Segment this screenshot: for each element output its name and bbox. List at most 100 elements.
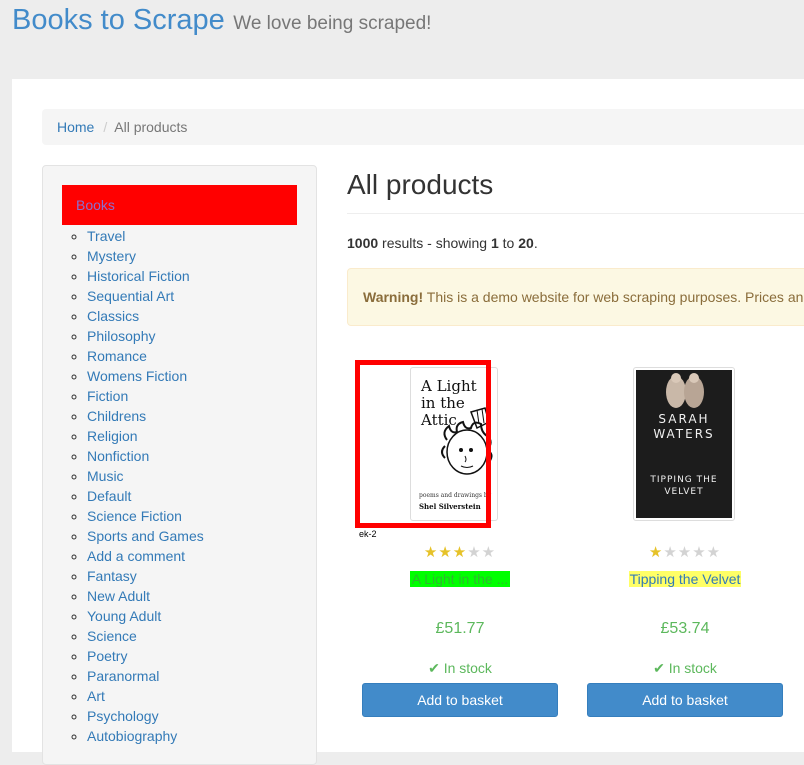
product-title-row: A Light in the ... xyxy=(362,571,558,587)
product-title-link[interactable]: A Light in the ... xyxy=(409,571,511,587)
product-thumbnail-link[interactable]: SARAH WATERS TIPPING THE VELVET xyxy=(633,367,735,521)
sidebar-category-link[interactable]: Add a comment xyxy=(87,548,185,564)
title-divider xyxy=(347,213,804,214)
sidebar-category-item: Historical Fiction xyxy=(87,266,204,286)
availability-text: In stock xyxy=(668,660,717,676)
product-image-area: A Light in the Attic poems and drawings … xyxy=(355,360,558,539)
sidebar-category-item: Nonfiction xyxy=(87,446,204,466)
page-title: All products xyxy=(347,169,494,200)
sidebar-category-link[interactable]: Autobiography xyxy=(87,728,177,744)
sidebar-category-link[interactable]: Sequential Art xyxy=(87,288,174,304)
availability: ✔ In stock xyxy=(587,660,783,677)
product-title-row: Tipping the Velvet xyxy=(587,571,783,587)
sidebar-books-label: Books xyxy=(76,197,115,213)
sidebar-category-link[interactable]: Historical Fiction xyxy=(87,268,190,284)
warning-text: This is a demo website for web scraping … xyxy=(426,289,804,305)
add-to-basket-button[interactable]: Add to basket xyxy=(587,683,783,717)
sidebar-category-item: Religion xyxy=(87,426,204,446)
product-price: £51.77 xyxy=(435,620,485,637)
sidebar-category-item: Travel xyxy=(87,226,204,246)
sidebar-category-link[interactable]: Romance xyxy=(87,348,147,364)
sidebar-category-item: Sports and Games xyxy=(87,526,204,546)
breadcrumb-home-link[interactable]: Home xyxy=(57,119,94,135)
sidebar-category-link[interactable]: Nonfiction xyxy=(87,448,149,464)
sidebar-category-link[interactable]: Fiction xyxy=(87,388,128,404)
star-rating: ★★★★★ xyxy=(587,543,783,561)
sidebar-category-link[interactable]: Poetry xyxy=(87,648,127,664)
sidebar-category-item: New Adult xyxy=(87,586,204,606)
sidebar-category-item: Young Adult xyxy=(87,606,204,626)
check-icon: ✔ xyxy=(428,660,440,676)
sidebar-category-link[interactable]: Paranormal xyxy=(87,668,159,684)
site-header: Books to Scrape We love being scraped! xyxy=(12,4,431,37)
star-icon: ★ xyxy=(467,544,482,561)
sidebar-category-link[interactable]: Science xyxy=(87,628,137,644)
sidebar-category-link[interactable]: Travel xyxy=(87,228,125,244)
breadcrumb: Home / All products xyxy=(42,109,804,145)
warning-strong: Warning! xyxy=(363,289,424,305)
breadcrumb-separator: / xyxy=(103,119,108,135)
sidebar-category-item: Poetry xyxy=(87,646,204,666)
results-from: 1 xyxy=(490,235,499,251)
sidebar-category-item: Psychology xyxy=(87,706,204,726)
star-rating: ★★★★★ xyxy=(362,543,558,561)
sidebar-category-link[interactable]: Fantasy xyxy=(87,568,137,584)
product-title-link[interactable]: Tipping the Velvet xyxy=(628,571,742,587)
sidebar-category-link[interactable]: Sports and Games xyxy=(87,528,204,544)
sidebar-category-item: Womens Fiction xyxy=(87,366,204,386)
product-image-area: SARAH WATERS TIPPING THE VELVET xyxy=(587,365,783,525)
sidebar-category-link[interactable]: Mystery xyxy=(87,248,136,264)
sidebar-category-item: Music xyxy=(87,466,204,486)
availability-text: In stock xyxy=(443,660,492,676)
sidebar-category-item: Fiction xyxy=(87,386,204,406)
sidebar-category-link[interactable]: Music xyxy=(87,468,124,484)
results-count: 1000 xyxy=(347,235,379,251)
sidebar-category-item: Default xyxy=(87,486,204,506)
sidebar-category-item: Mystery xyxy=(87,246,204,266)
sidebar-category-link[interactable]: Art xyxy=(87,688,105,704)
star-icon: ★ xyxy=(692,544,707,561)
add-to-basket-button[interactable]: Add to basket xyxy=(362,683,558,717)
sidebar-category-item: Autobiography xyxy=(87,726,204,746)
results-summary: 1000 results - showing 1 to 20. xyxy=(347,235,538,251)
cover-title: TIPPING THE VELVET xyxy=(650,475,718,497)
results-text-1: results - showing xyxy=(378,235,491,251)
sidebar-books-heading[interactable]: Books xyxy=(62,185,297,225)
sidebar-category-item: Add a comment xyxy=(87,546,204,566)
sidebar-category-link[interactable]: Default xyxy=(87,488,131,504)
sidebar-category-item: Paranormal xyxy=(87,666,204,686)
site-brand-link[interactable]: Books to Scrape xyxy=(12,4,225,36)
sidebar-category-item: Art xyxy=(87,686,204,706)
cover-illustration-icon xyxy=(441,407,493,475)
star-icon: ★ xyxy=(423,544,439,561)
sidebar-category-item: Sequential Art xyxy=(87,286,204,306)
star-icon: ★ xyxy=(452,544,468,561)
book-cover-tipping-the-velvet: SARAH WATERS TIPPING THE VELVET xyxy=(636,370,732,518)
page-container: Home / All products Books Travel Mystery His… xyxy=(12,79,804,765)
category-sidebar: Books Travel Mystery Historical Fiction Seq… xyxy=(42,165,317,765)
availability: ✔ In stock xyxy=(362,660,558,677)
sidebar-category-link[interactable]: Psychology xyxy=(87,708,159,724)
book-cover-a-light-in-the-attic: A Light in the Attic poems and drawings … xyxy=(413,370,495,518)
cover-author: SARAH WATERS xyxy=(653,412,715,441)
star-icon: ★ xyxy=(663,544,678,561)
sidebar-category-item: Philosophy xyxy=(87,326,204,346)
sidebar-category-link[interactable]: Religion xyxy=(87,428,138,444)
cover-figures-icon xyxy=(666,373,704,408)
site-tagline: We love being scraped! xyxy=(233,13,432,34)
selection-label: ek-2 xyxy=(359,529,377,539)
sidebar-category-link[interactable]: Womens Fiction xyxy=(87,368,187,384)
sidebar-category-link[interactable]: New Adult xyxy=(87,588,150,604)
sidebar-category-item: Fantasy xyxy=(87,566,204,586)
star-icon: ★ xyxy=(648,544,664,561)
star-icon: ★ xyxy=(677,544,693,561)
product-thumbnail-link[interactable]: A Light in the Attic poems and drawings … xyxy=(410,367,498,521)
sidebar-category-link[interactable]: Young Adult xyxy=(87,608,161,624)
sidebar-category-link[interactable]: Classics xyxy=(87,308,139,324)
cover-author: Shel Silverstein xyxy=(419,502,481,511)
sidebar-category-link[interactable]: Science Fiction xyxy=(87,508,182,524)
cover-subtitle: poems and drawings by xyxy=(419,492,492,499)
product-price: £53.74 xyxy=(660,620,710,637)
sidebar-category-link[interactable]: Philosophy xyxy=(87,328,156,344)
sidebar-category-link[interactable]: Childrens xyxy=(87,408,146,424)
